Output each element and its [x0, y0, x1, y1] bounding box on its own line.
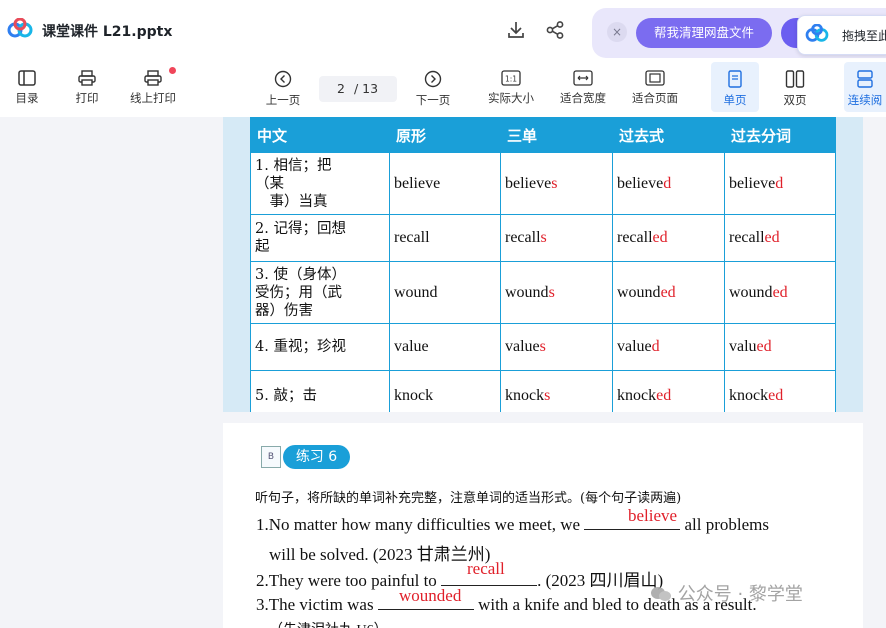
exercise-instruction: 听句子，将所缺的单词补充完整，注意单词的适当形式。(每个句子读两遍) — [255, 491, 682, 506]
base-form: wound — [389, 261, 501, 324]
answer-3: wounded — [399, 586, 462, 605]
print-label: 打印 — [75, 91, 99, 105]
baidu-netdisk-logo-icon — [7, 18, 33, 38]
exercise-badge: 练习 6 — [283, 445, 350, 469]
wechat-icon — [650, 586, 672, 602]
third-person-form: values — [500, 323, 613, 371]
chevron-left-icon — [274, 70, 292, 88]
continuous-read-icon — [857, 70, 873, 88]
header-past-participle: 过去分词 — [724, 117, 836, 153]
file-title: 课堂课件 L21.pptx — [42, 24, 173, 40]
cn-meaning: 5. 敲；击 — [250, 370, 390, 412]
double-page-icon — [785, 70, 805, 88]
answer-1: believe — [628, 506, 678, 525]
double-page-label: 双页 — [783, 93, 807, 107]
printer-icon — [78, 70, 96, 86]
third-person-form: recalls — [500, 214, 613, 262]
netdisk-small-icon — [805, 24, 829, 42]
cn-meaning: 4. 重视；珍视 — [250, 323, 390, 371]
page-total: / 13 — [354, 81, 379, 96]
table-row: 4. 重视；珍视 value values valued valued — [250, 323, 836, 371]
continuous-read-label: 连续阅 — [847, 93, 883, 107]
online-print-label: 线上打印 — [130, 91, 176, 105]
sentence-4-partial: （先津泪社九 U6） — [269, 619, 388, 628]
document-page-table: 中文 原形 三单 过去式 过去分词 1. 相信；把 （某 事）当真 believe… — [223, 117, 863, 412]
next-page-label: 下一页 — [415, 93, 451, 107]
fit-width-button[interactable]: 适合宽度 — [557, 62, 609, 112]
table-row: 1. 相信；把 （某 事）当真 believe believes believed… — [250, 152, 836, 215]
actual-size-label: 实际大小 — [488, 91, 534, 105]
base-form: value — [389, 323, 501, 371]
cn-meaning: 1. 相信；把 （某 事）当真 — [250, 152, 390, 215]
past-form: valued — [612, 323, 725, 371]
continuous-read-button[interactable]: 连续阅 — [844, 62, 886, 112]
header-chinese: 中文 — [250, 117, 390, 153]
fit-page-icon — [645, 70, 665, 86]
past-form: believed — [612, 152, 725, 215]
promo-close-button[interactable]: × — [607, 22, 627, 42]
cn-meaning: 3. 使（身体） 受伤；用（武 器）伤害 — [250, 261, 390, 324]
outline-icon — [18, 70, 36, 86]
third-person-form: knocks — [500, 370, 613, 412]
sentence-1: 1.No matter how many difficulties we mee… — [256, 515, 770, 534]
table-header-row: 中文 原形 三单 过去式 过去分词 — [250, 117, 836, 153]
share-icon[interactable] — [545, 20, 565, 40]
base-form: knock — [389, 370, 501, 412]
header-past-tense: 过去式 — [612, 117, 725, 153]
single-page-button[interactable]: 单页 — [711, 62, 759, 112]
verb-forms-table: 中文 原形 三单 过去式 过去分词 1. 相信；把 （某 事）当真 believe… — [250, 117, 836, 412]
third-person-form: believes — [500, 152, 613, 215]
fit-width-icon — [573, 70, 593, 86]
chevron-right-icon — [424, 70, 442, 88]
header-third-person: 三单 — [500, 117, 613, 153]
fit-width-label: 适合宽度 — [560, 91, 606, 105]
page-current: 2 — [337, 81, 345, 96]
next-page-button[interactable]: 下一页 — [412, 62, 454, 112]
past-form: recalled — [612, 214, 725, 262]
pp-form: recalled — [724, 214, 836, 262]
print-button[interactable]: 打印 — [68, 62, 106, 112]
watermark-text: 公众号 · 黎学堂 — [677, 584, 803, 605]
outline-button[interactable]: 目录 — [8, 62, 46, 112]
pp-form: knocked — [724, 370, 836, 412]
single-page-icon — [728, 70, 742, 88]
sentence-1-cont: will be solved. (2023 甘肃兰州) — [269, 545, 491, 564]
header-base-form: 原形 — [389, 117, 501, 153]
past-form: knocked — [612, 370, 725, 412]
double-page-button[interactable]: 双页 — [774, 62, 816, 112]
single-page-label: 单页 — [723, 93, 747, 107]
notification-dot — [169, 67, 176, 74]
base-form: recall — [389, 214, 501, 262]
online-printer-icon — [144, 70, 162, 86]
pp-form: valued — [724, 323, 836, 371]
exercise-icon: B — [261, 446, 281, 468]
cn-meaning: 2. 记得；回想起 — [250, 214, 390, 262]
wechat-watermark: 公众号 · 黎学堂 — [650, 580, 803, 606]
answer-2: recall — [467, 559, 505, 578]
actual-size-icon: 1:1 — [501, 70, 521, 86]
past-form: wounded — [612, 261, 725, 324]
page-indicator[interactable]: 2 / 13 — [319, 76, 397, 102]
table-row: 2. 记得；回想起 recall recalls recalled recall… — [250, 214, 836, 262]
prev-page-button[interactable]: 上一页 — [262, 62, 304, 112]
fit-page-label: 适合页面 — [632, 91, 678, 105]
table-row: 3. 使（身体） 受伤；用（武 器）伤害 wound wounds wounded … — [250, 261, 836, 324]
clean-netdisk-button[interactable]: 帮我清理网盘文件 — [636, 18, 772, 48]
download-icon[interactable] — [506, 20, 526, 40]
base-form: believe — [389, 152, 501, 215]
drag-label: 拖拽至此 — [842, 29, 886, 43]
pp-form: believed — [724, 152, 836, 215]
third-person-form: wounds — [500, 261, 613, 324]
table-row: 5. 敲；击 knock knocks knocked knocked — [250, 370, 836, 412]
outline-label: 目录 — [15, 91, 39, 105]
fit-page-button[interactable]: 适合页面 — [629, 62, 681, 112]
actual-size-button[interactable]: 1:1 实际大小 — [485, 62, 537, 112]
pp-form: wounded — [724, 261, 836, 324]
prev-page-label: 上一页 — [265, 93, 301, 107]
svg-text:1:1: 1:1 — [505, 75, 517, 84]
